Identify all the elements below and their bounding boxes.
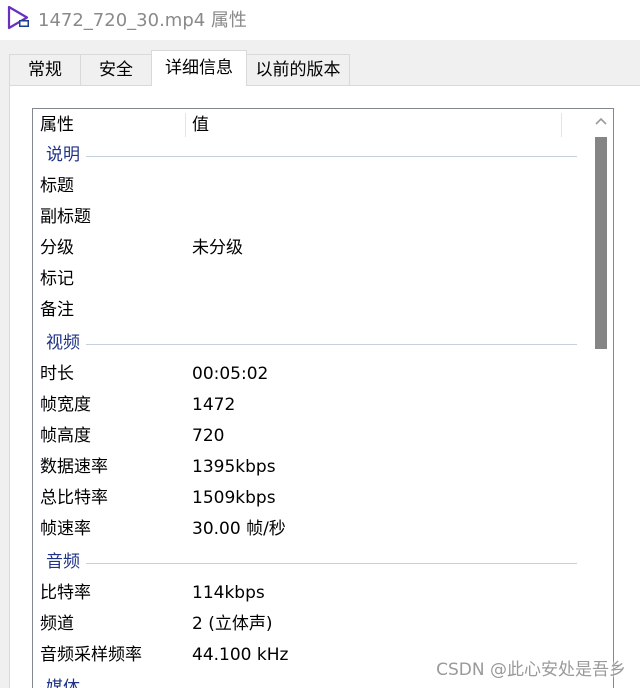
group-divider [83,344,577,345]
property-value: 44.100 kHz [192,645,289,665]
video-file-icon [7,5,29,30]
property-name: 标记 [40,269,74,289]
property-row[interactable]: 总比特率 1509kbps [33,483,593,514]
property-name: 标题 [40,176,74,196]
property-value: 1509kbps [192,488,276,508]
group-label: 视频 [46,330,86,356]
group-divider [83,563,577,564]
property-row[interactable]: 副标题 [33,202,593,233]
scroll-thumb[interactable] [595,137,607,349]
property-row[interactable]: 分级 未分级 [33,233,593,264]
property-name: 数据速率 [40,457,108,477]
scroll-up-arrow-icon[interactable] [594,116,608,126]
property-value: 1472 [192,395,236,415]
property-value: 30.00 帧/秒 [192,519,286,539]
property-name: 音频采样频率 [40,645,142,665]
watermark: CSDN @此心安处是吾乡 [436,660,626,680]
property-row[interactable]: 帧速率 30.00 帧/秒 [33,514,593,545]
details-list[interactable]: 属性 值 说明 标题 副标题 分级 未分级 标记 备注 视频 时长 00:05:… [32,108,614,688]
group-label: 说明 [46,142,86,168]
group-label: 媒体 [46,675,86,688]
vertical-scrollbar[interactable] [590,110,612,688]
property-value: 00:05:02 [192,364,269,384]
property-name: 分级 [40,238,74,258]
property-row[interactable]: 数据速率 1395kbps [33,452,593,483]
property-name: 帧宽度 [40,395,91,415]
property-row[interactable]: 比特率 114kbps [33,578,593,609]
property-name: 频道 [40,614,74,634]
property-name: 副标题 [40,207,91,227]
group-label: 音频 [46,549,86,575]
property-value: 2 (立体声) [192,614,273,634]
title-bar[interactable]: 1472_720_30.mp4 属性 [0,0,640,40]
property-row[interactable]: 帧高度 720 [33,421,593,452]
window-title: 1472_720_30.mp4 属性 [38,10,247,31]
property-value: 未分级 [192,238,243,258]
group-header-audio[interactable]: 音频 [33,549,593,575]
column-header-value[interactable]: 值 [185,109,561,139]
property-name: 帧速率 [40,519,91,539]
column-divider[interactable] [561,113,562,137]
property-name: 比特率 [40,583,91,603]
group-header-video[interactable]: 视频 [33,330,593,356]
property-name: 时长 [40,364,74,384]
property-row[interactable]: 标题 [33,171,593,202]
group-header-description[interactable]: 说明 [33,142,593,168]
group-divider [83,156,577,157]
column-header-property[interactable]: 属性 [33,109,185,139]
property-value: 114kbps [192,583,265,603]
property-row[interactable]: 帧宽度 1472 [33,390,593,421]
properties-window: 1472_720_30.mp4 属性 常规 安全 详细信息 以前的版本 属性 值… [0,0,640,688]
property-name: 备注 [40,300,74,320]
property-name: 总比特率 [40,488,108,508]
property-row[interactable]: 备注 [33,295,593,326]
tab-security[interactable]: 安全 [80,54,152,85]
property-row[interactable]: 时长 00:05:02 [33,359,593,390]
property-name: 帧高度 [40,426,91,446]
tab-previous-versions[interactable]: 以前的版本 [246,54,350,85]
property-value: 1395kbps [192,457,276,477]
property-row[interactable]: 标记 [33,264,593,295]
property-row[interactable]: 频道 2 (立体声) [33,609,593,640]
tab-details[interactable]: 详细信息 [151,50,247,86]
property-value: 720 [192,426,225,446]
tab-general[interactable]: 常规 [9,54,81,85]
